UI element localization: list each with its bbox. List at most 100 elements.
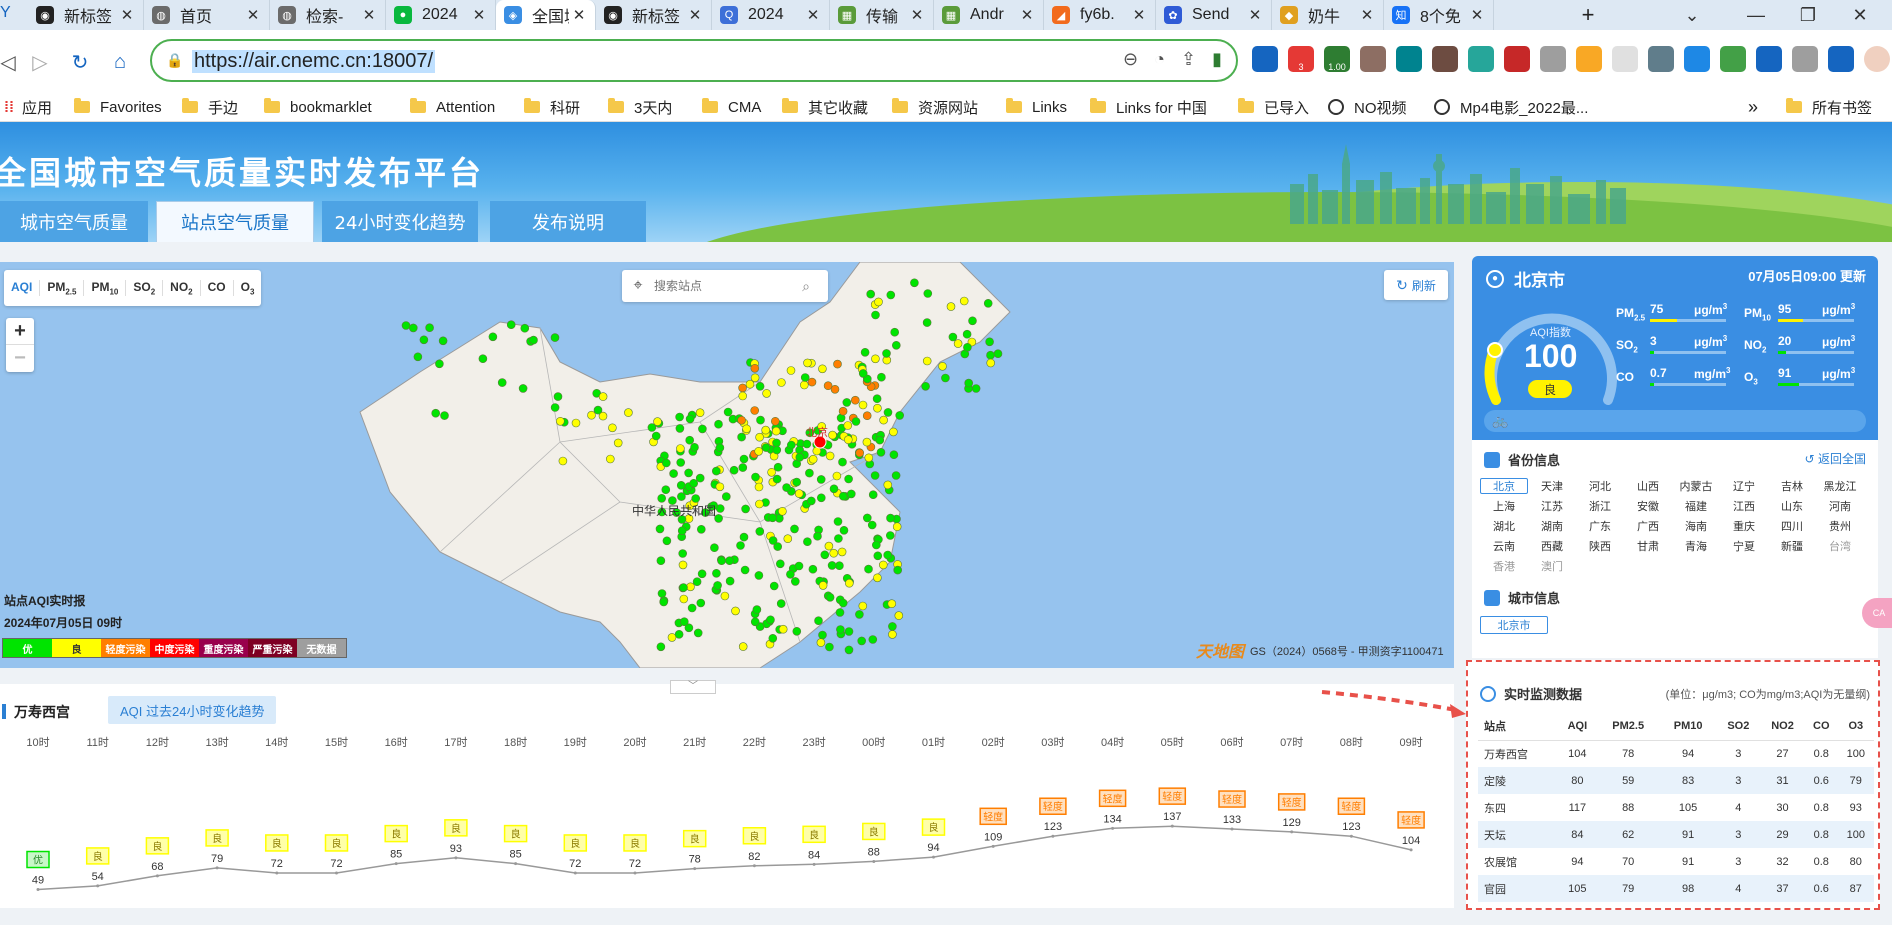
url-text[interactable]: https://air.cnemc.cn:18007/ — [192, 50, 436, 73]
site-nav-tab[interactable]: 发布说明 — [490, 201, 646, 242]
station-marker[interactable] — [593, 405, 603, 415]
station-marker[interactable] — [697, 569, 707, 579]
browser-tab[interactable]: ◍ 首页 ✕ — [144, 0, 270, 30]
aqi-trend-point[interactable] — [275, 871, 279, 875]
station-marker[interactable] — [713, 581, 722, 590]
aqi-trend-point[interactable] — [96, 884, 100, 888]
extension-icon[interactable] — [1684, 46, 1710, 72]
extension-icon[interactable]: 1.00 — [1324, 46, 1350, 72]
station-marker[interactable] — [678, 549, 688, 558]
station-marker[interactable] — [948, 332, 958, 342]
station-marker[interactable] — [864, 564, 873, 574]
station-marker[interactable] — [717, 556, 726, 566]
station-marker[interactable] — [963, 343, 972, 352]
province-item[interactable]: 四川 — [1768, 518, 1816, 534]
province-item[interactable]: 广东 — [1576, 518, 1624, 534]
station-marker[interactable] — [767, 468, 776, 477]
station-marker[interactable] — [986, 358, 996, 368]
station-marker[interactable] — [860, 348, 870, 357]
profile-avatar[interactable] — [1864, 46, 1890, 72]
station-marker[interactable] — [408, 323, 418, 333]
station-marker[interactable] — [875, 435, 885, 445]
aqi-trend-point[interactable] — [215, 866, 219, 870]
station-marker[interactable] — [871, 310, 880, 320]
browser-tab[interactable]: Q 2024 ✕ — [712, 0, 830, 30]
province-item[interactable]: 湖南 — [1528, 518, 1576, 534]
station-marker[interactable] — [750, 373, 760, 383]
browser-tab[interactable]: ◉ 新标签 ✕ — [596, 0, 712, 30]
station-marker[interactable] — [850, 395, 860, 405]
station-marker[interactable] — [786, 569, 795, 579]
station-marker[interactable] — [922, 356, 932, 366]
province-item[interactable]: 辽宁 — [1720, 478, 1768, 494]
tab-close-icon[interactable]: ✕ — [1017, 6, 1037, 24]
station-marker[interactable] — [858, 601, 868, 611]
zoom-in-button[interactable]: + — [6, 318, 34, 345]
station-marker[interactable] — [755, 382, 765, 391]
station-marker[interactable] — [855, 448, 865, 458]
extension-icon[interactable] — [1432, 46, 1458, 72]
map-panel[interactable]: 北京 AQIPM2.5PM10SO2NO2COO3 ⌖ ⌕ ↻ 刷新 + − 中… — [0, 262, 1454, 668]
station-marker[interactable] — [888, 630, 897, 639]
province-item[interactable]: 安徽 — [1624, 498, 1672, 514]
tab-close-icon[interactable]: ✕ — [685, 6, 705, 24]
station-marker[interactable] — [820, 550, 830, 560]
station-marker[interactable] — [895, 411, 905, 420]
station-marker[interactable] — [772, 445, 782, 455]
station-marker[interactable] — [736, 541, 745, 550]
tab-close-icon[interactable]: ✕ — [1129, 6, 1149, 24]
bookmark-item[interactable]: 科研 — [524, 96, 580, 118]
province-item[interactable]: 吉林 — [1768, 478, 1816, 494]
station-marker[interactable] — [946, 302, 956, 311]
station-marker[interactable] — [692, 577, 702, 587]
station-marker[interactable] — [661, 458, 671, 468]
table-row[interactable]: 东四 117 88 105 4 30 0.8 93 — [1478, 794, 1874, 821]
station-marker[interactable] — [887, 599, 897, 609]
station-marker[interactable] — [892, 522, 902, 532]
extension-icon[interactable] — [1252, 46, 1278, 72]
station-marker[interactable] — [605, 454, 615, 464]
station-marker[interactable] — [518, 384, 528, 393]
station-marker[interactable] — [803, 537, 812, 547]
aqi-trend-point[interactable] — [454, 856, 458, 860]
station-marker[interactable] — [624, 408, 633, 417]
home-button[interactable]: ⌂ — [100, 42, 140, 82]
station-marker[interactable] — [651, 431, 661, 441]
aqi-trend-point[interactable] — [1111, 826, 1115, 830]
station-marker[interactable] — [506, 320, 516, 330]
extension-icon[interactable] — [1504, 46, 1530, 72]
station-marker[interactable] — [891, 471, 901, 480]
province-item[interactable]: 江苏 — [1528, 498, 1576, 514]
station-marker[interactable] — [571, 418, 581, 428]
station-marker[interactable] — [879, 415, 888, 425]
station-marker[interactable] — [684, 468, 693, 478]
pollutant-tab[interactable]: NO2 — [163, 279, 201, 297]
tab-close-icon[interactable]: ✕ — [569, 6, 589, 24]
station-marker[interactable] — [715, 482, 725, 492]
station-marker[interactable] — [883, 480, 893, 490]
station-marker[interactable] — [938, 362, 947, 371]
station-marker[interactable] — [613, 438, 623, 448]
station-marker[interactable] — [873, 551, 883, 561]
province-item[interactable]: 西藏 — [1528, 538, 1576, 554]
zoom-out-button[interactable]: − — [6, 345, 34, 372]
aqi-trend-point[interactable] — [991, 844, 995, 848]
pollutant-tab[interactable]: AQI — [4, 279, 41, 297]
station-marker[interactable] — [659, 597, 669, 607]
station-marker[interactable] — [894, 611, 904, 620]
station-marker[interactable] — [808, 454, 818, 464]
station-marker[interactable] — [657, 589, 667, 598]
city-chip-beijing[interactable]: 北京市 — [1480, 616, 1548, 634]
station-marker[interactable] — [986, 350, 995, 360]
station-marker[interactable] — [679, 594, 689, 604]
station-marker[interactable] — [962, 329, 972, 339]
tab-close-icon[interactable]: ✕ — [469, 6, 489, 24]
station-marker[interactable] — [870, 471, 880, 480]
station-marker[interactable] — [775, 559, 785, 569]
station-marker[interactable] — [885, 531, 895, 540]
travel-advice-bar[interactable]: 🚲 — [1484, 410, 1866, 432]
province-item[interactable]: 浙江 — [1576, 498, 1624, 514]
station-marker[interactable] — [737, 416, 746, 425]
station-marker[interactable] — [755, 499, 764, 509]
bookmark-item[interactable]: ⁞⁞ 应用 — [4, 96, 52, 118]
